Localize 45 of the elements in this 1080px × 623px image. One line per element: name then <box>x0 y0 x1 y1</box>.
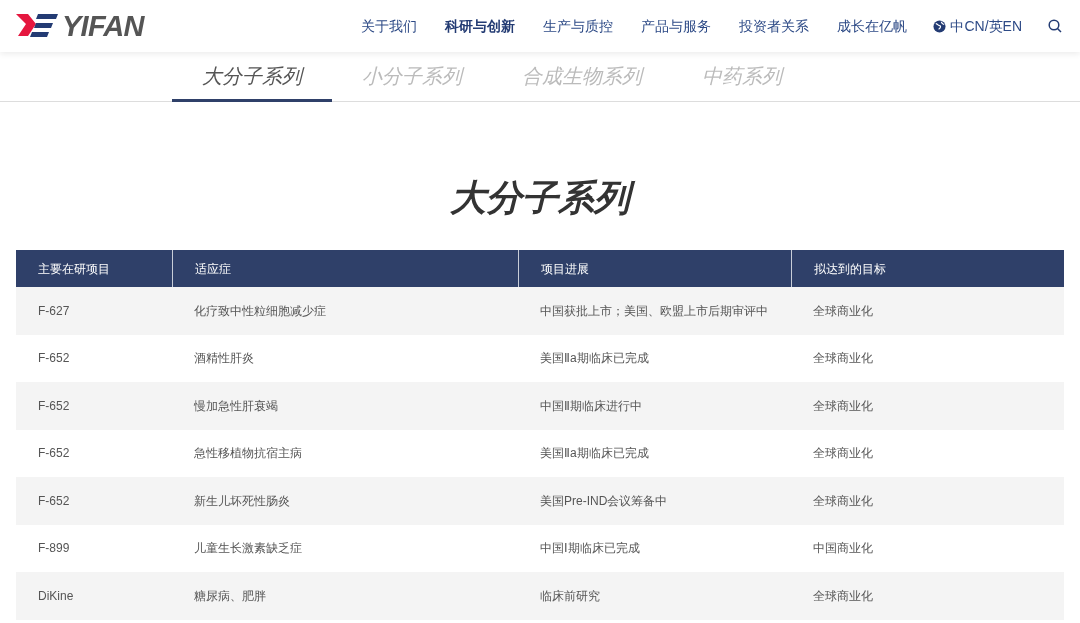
search-icon[interactable] <box>1048 19 1062 33</box>
table-cell: 慢加急性肝衰竭 <box>172 382 518 430</box>
table-cell: 美国Ⅱa期临床已完成 <box>518 429 791 477</box>
nav-link[interactable]: 产品与服务 <box>641 15 712 37</box>
table-cell: F-899 <box>16 524 172 572</box>
table-cell: 全球商业化 <box>791 477 1064 525</box>
column-header: 拟达到的目标 <box>791 250 1064 287</box>
table-cell: 中国获批上市；美国、欧盟上市后期审评中 <box>518 287 791 335</box>
table-cell: 全球商业化 <box>791 572 1064 620</box>
table-cell: DiKine <box>16 572 172 620</box>
table-cell: 急性移植物抗宿主病 <box>172 429 518 477</box>
table-cell: 美国Pre-IND会议筹备中 <box>518 477 791 525</box>
table-cell: 临床前研究 <box>518 572 791 620</box>
table-cell: 全球商业化 <box>791 382 1064 430</box>
language-link[interactable]: 中CN/英EN <box>950 15 1022 37</box>
table-cell: F-652 <box>16 477 172 525</box>
nav-link[interactable]: 投资者关系 <box>739 15 810 37</box>
nav-link[interactable]: 关于我们 <box>361 15 418 37</box>
table-cell: 全球商业化 <box>791 287 1064 335</box>
table-cell: 化疗致中性粒细胞减少症 <box>172 287 518 335</box>
logo-text: YIFAN <box>62 11 144 41</box>
table-cell: 全球商业化 <box>791 334 1064 382</box>
table-cell: 中国Ⅰ期临床已完成 <box>518 524 791 572</box>
table-cell: 儿童生长激素缺乏症 <box>172 524 518 572</box>
section-heading: 大分子系列 <box>0 174 1080 222</box>
column-header: 适应症 <box>172 250 518 287</box>
logo-icon <box>16 12 60 40</box>
table-cell: 糖尿病、肥胖 <box>172 572 518 620</box>
table-cell: F-627 <box>16 287 172 335</box>
table-cell: F-652 <box>16 382 172 430</box>
nav-link[interactable]: 科研与创新 <box>445 15 516 37</box>
table-cell: 酒精性肝炎 <box>172 334 518 382</box>
table-cell: 美国Ⅱa期临床已完成 <box>518 334 791 382</box>
nav-link[interactable]: 成长在亿帆 <box>837 15 908 37</box>
table-cell: 中国Ⅱ期临床进行中 <box>518 382 791 430</box>
series-tab[interactable]: 大分子系列 <box>172 52 332 102</box>
table-cell: 新生儿坏死性肠炎 <box>172 477 518 525</box>
column-header: 主要在研项目 <box>16 250 172 287</box>
table-cell: 中国商业化 <box>791 524 1064 572</box>
globe-icon <box>933 19 947 33</box>
table-cell: F-652 <box>16 429 172 477</box>
table-cell: F-652 <box>16 334 172 382</box>
table-cell: 全球商业化 <box>791 429 1064 477</box>
nav-link[interactable]: 生产与质控 <box>543 15 614 37</box>
column-header: 项目进展 <box>518 250 791 287</box>
